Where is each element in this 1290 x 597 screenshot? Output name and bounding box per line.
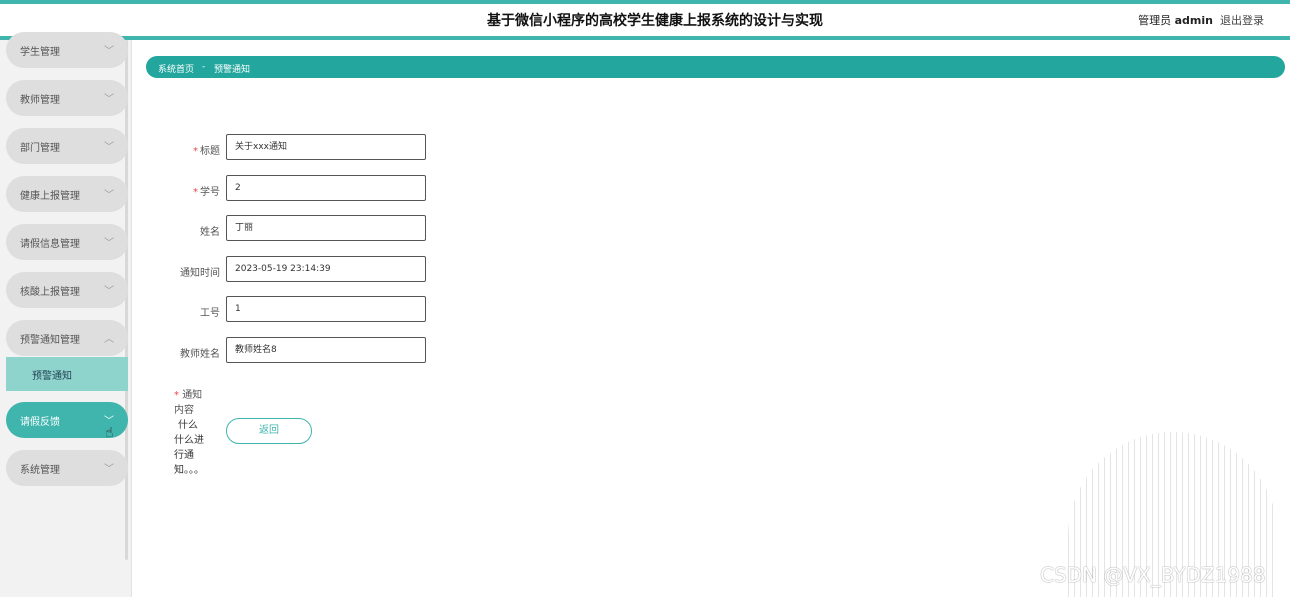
sidebar-item-health-report[interactable]: 健康上报管理 ﹀ [6,176,128,212]
sidebar-item-label: 预警通知管理 [20,335,80,346]
chevron-down-icon: ﹀ [104,190,114,201]
name-label: 姓名 [200,227,220,238]
breadcrumb-separator: - [202,62,206,72]
required-mark: * [174,390,179,401]
notice-content-label: 通知内容 [174,390,203,416]
sidebar-scrollbar[interactable] [125,40,128,560]
student-id-label: * 学号 [193,187,220,198]
sidebar-item-label: 请假反馈 [20,417,60,428]
hand-cursor-icon: ☝ [105,425,114,441]
staff-id-label: 工号 [200,308,220,319]
sidebar-item-teachers[interactable]: 教师管理 ﹀ [6,80,128,116]
user-role: 管理员 [1138,14,1172,27]
sidebar-item-label: 系统管理 [20,465,60,476]
chevron-down-icon: ﹀ [104,238,114,249]
sidebar-item-label: 学生管理 [20,47,60,58]
sidebar-item-label: 部门管理 [20,143,60,154]
teacher-name-label: 教师姓名 [180,349,220,360]
submenu-warning-notice[interactable]: 预警通知 [6,357,128,391]
logout-link[interactable]: 退出登录 [1220,12,1264,28]
watermark: CSDN @VX_BYDZ1988 [1040,563,1266,587]
breadcrumb-home[interactable]: 系统首页 [158,62,194,75]
chevron-down-icon: ﹀ [104,142,114,153]
breadcrumb-current: 预警通知 [214,65,251,75]
sidebar-item-leave-info[interactable]: 请假信息管理 ﹀ [6,224,128,260]
user-name: admin [1174,14,1213,27]
title-field[interactable]: 关于xxx通知 [226,134,426,160]
student-id-field[interactable]: 2 [226,175,426,201]
sidebar-item-label: 核酸上报管理 [20,287,80,298]
sidebar-item-warning-notice[interactable]: 预警通知管理 ︿ [6,320,128,356]
staff-id-field[interactable]: 1 [226,296,426,322]
sidebar-item-system[interactable]: 系统管理 ﹀ [6,450,128,486]
chevron-up-icon: ︿ [104,334,114,345]
submenu-label: 预警通知 [32,371,72,382]
current-user: 管理员 admin [1138,12,1213,28]
required-mark: * [193,146,198,157]
chevron-down-icon: ﹀ [104,46,114,57]
sidebar-item-nucleic-report[interactable]: 核酸上报管理 ﹀ [6,272,128,308]
notice-content-row: * 通知内容 什么什么进行通知。。。 [174,386,204,476]
breadcrumb: 系统首页 - 预警通知 [146,56,1285,78]
title-label: * 标题 [193,146,220,157]
app-title: 基于微信小程序的高校学生健康上报系统的设计与实现 [487,13,823,29]
sidebar-item-label: 请假信息管理 [20,239,80,250]
sidebar-item-departments[interactable]: 部门管理 ﹀ [6,128,128,164]
chevron-down-icon: ﹀ [104,464,114,475]
sidebar: 学生管理 ﹀ 教师管理 ﹀ 部门管理 ﹀ 健康上报管理 ﹀ 请假信息管理 ﹀ 核… [0,32,132,597]
header-bar: 基于微信小程序的高校学生健康上报系统的设计与实现 管理员 admin 退出登录 [0,4,1290,40]
notice-time-label: 通知时间 [180,268,220,279]
back-button[interactable]: 返回 [226,418,312,444]
notice-time-field[interactable]: 2023-05-19 23:14:39 [226,256,426,282]
teacher-name-field[interactable]: 教师姓名8 [226,337,426,363]
chevron-down-icon: ﹀ [104,286,114,297]
chevron-down-icon: ﹀ [104,94,114,105]
sidebar-item-students[interactable]: 学生管理 ﹀ [6,32,128,68]
sidebar-item-label: 教师管理 [20,95,60,106]
required-mark: * [193,187,198,198]
sidebar-item-label: 健康上报管理 [20,191,80,202]
notice-content-value: 什么什么进行通知。。。 [174,420,204,476]
name-field[interactable]: 丁丽 [226,215,426,241]
